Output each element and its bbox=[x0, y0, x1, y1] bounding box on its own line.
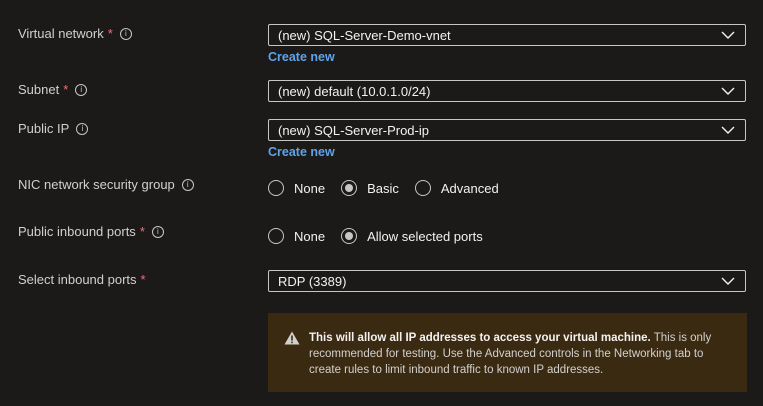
required-marker: * bbox=[63, 82, 69, 97]
allow-selected-ports-radio[interactable]: Allow selected ports bbox=[341, 228, 483, 244]
public-ip-select[interactable]: (new) SQL-Server-Prod-ip bbox=[268, 119, 746, 141]
nsg-none-radio[interactable]: None bbox=[268, 180, 325, 196]
create-new-public-ip-link[interactable]: Create new bbox=[268, 145, 335, 159]
nsg-basic-radio[interactable]: Basic bbox=[341, 180, 399, 196]
warning-banner: This will allow all IP addresses to acce… bbox=[268, 313, 747, 392]
public-inbound-ports-radio-group: None Allow selected ports bbox=[268, 228, 499, 244]
warning-icon bbox=[284, 331, 300, 345]
nic-nsg-radio-group: None Basic Advanced bbox=[268, 180, 515, 196]
create-new-vnet-link[interactable]: Create new bbox=[268, 50, 335, 64]
nic-nsg-label: NIC network security group i bbox=[18, 177, 194, 192]
virtual-network-label: Virtual network * i bbox=[18, 26, 132, 41]
nsg-advanced-radio[interactable]: Advanced bbox=[414, 180, 499, 196]
info-icon[interactable]: i bbox=[75, 83, 88, 96]
radio-circle-checked bbox=[341, 228, 358, 244]
chevron-down-icon bbox=[721, 31, 735, 39]
chevron-down-icon bbox=[721, 87, 735, 95]
subnet-label: Subnet * i bbox=[18, 82, 88, 97]
required-marker: * bbox=[140, 272, 146, 287]
chevron-down-icon bbox=[721, 126, 735, 134]
info-icon[interactable]: i bbox=[119, 27, 132, 40]
warning-message: This will allow all IP addresses to acce… bbox=[309, 330, 731, 392]
warning-bold-text: This will allow all IP addresses to acce… bbox=[309, 332, 651, 344]
radio-circle bbox=[268, 180, 284, 196]
info-icon[interactable]: i bbox=[151, 225, 164, 238]
radio-circle bbox=[414, 180, 431, 196]
subnet-select[interactable]: (new) default (10.0.1.0/24) bbox=[268, 80, 746, 102]
info-icon[interactable]: i bbox=[181, 178, 194, 191]
required-marker: * bbox=[107, 26, 113, 41]
select-inbound-ports-dropdown[interactable]: RDP (3389) bbox=[268, 270, 746, 292]
radio-circle bbox=[268, 228, 284, 244]
public-inbound-ports-label: Public inbound ports * i bbox=[18, 224, 164, 239]
required-marker: * bbox=[139, 224, 145, 239]
radio-circle-checked bbox=[341, 180, 358, 196]
info-icon[interactable]: i bbox=[76, 122, 89, 135]
chevron-down-icon bbox=[721, 277, 735, 285]
inbound-none-radio[interactable]: None bbox=[268, 228, 325, 244]
virtual-network-select[interactable]: (new) SQL-Server-Demo-vnet bbox=[268, 24, 746, 46]
public-ip-label: Public IP i bbox=[18, 121, 89, 136]
select-inbound-ports-label: Select inbound ports * bbox=[18, 272, 146, 287]
